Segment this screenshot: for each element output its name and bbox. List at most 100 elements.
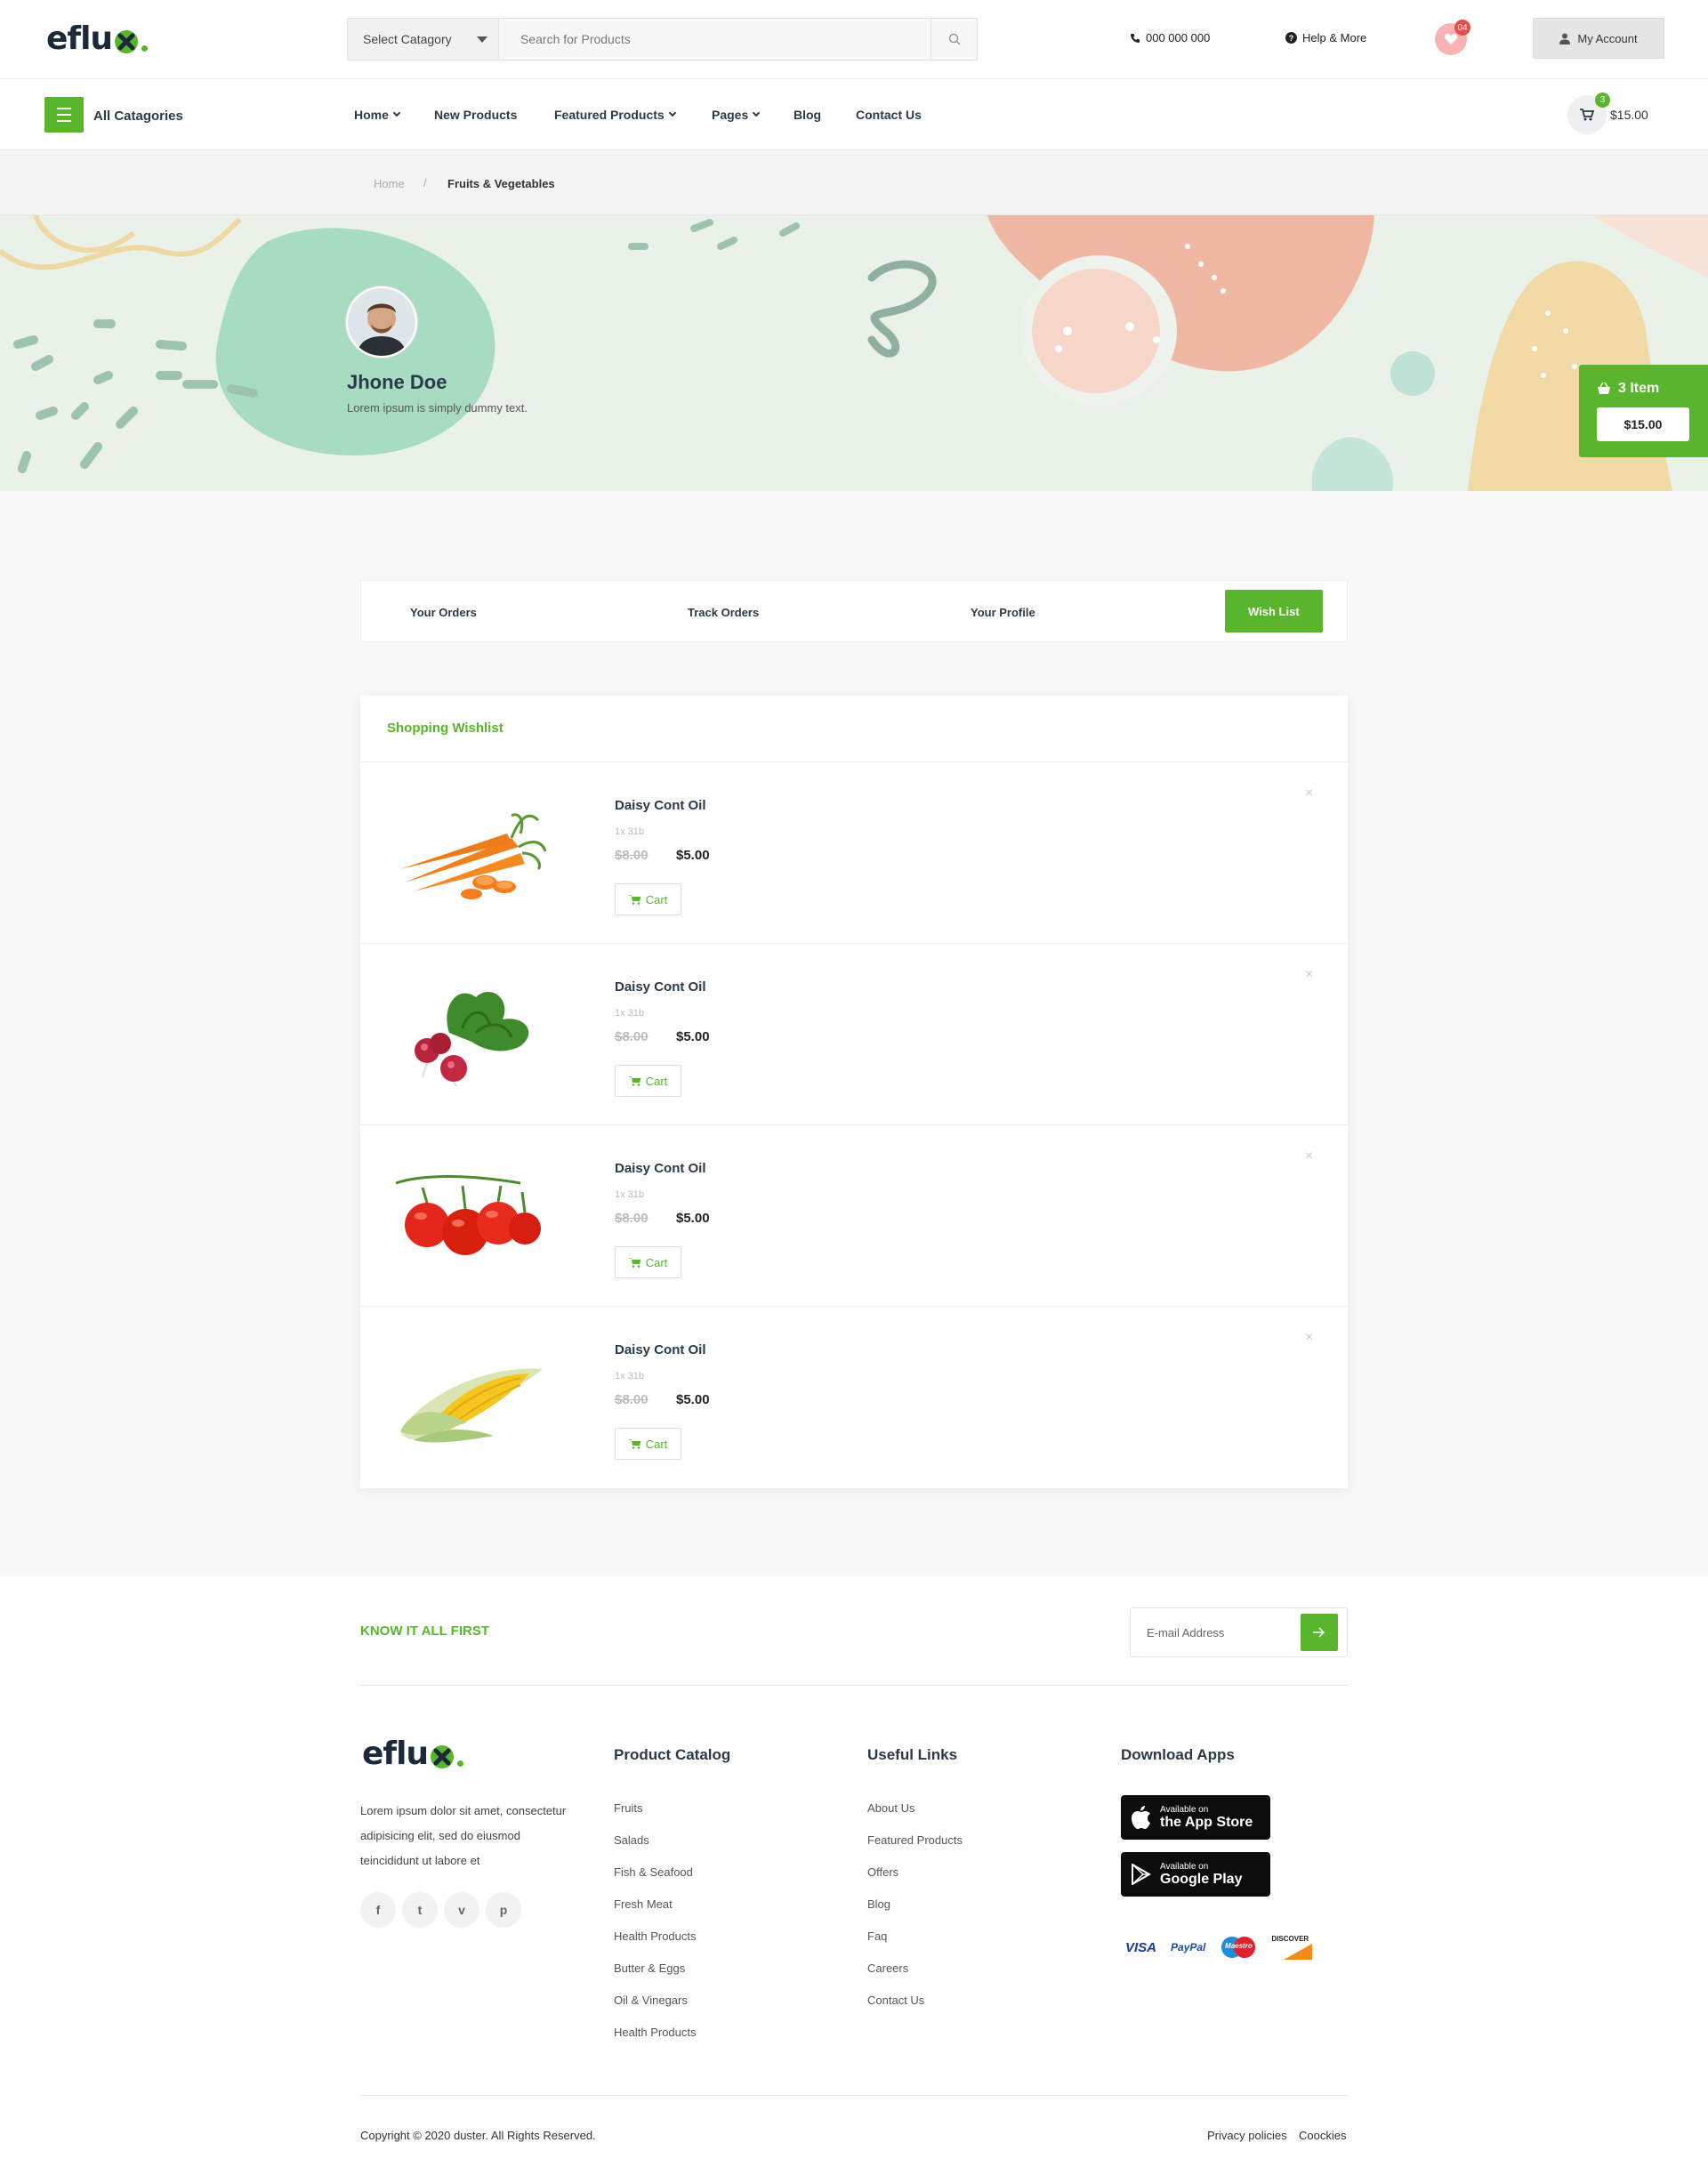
maestro-icon: Maestro xyxy=(1220,1936,1257,1959)
product-name[interactable]: Daisy Cont Oil xyxy=(615,1161,706,1176)
product-name[interactable]: Daisy Cont Oil xyxy=(615,798,706,813)
nav-featured-products[interactable]: Featured Products xyxy=(554,108,676,122)
vimeo-icon[interactable]: v xyxy=(444,1892,479,1928)
footer-link[interactable]: Butter & Eggs xyxy=(614,1962,685,1975)
product-name[interactable]: Daisy Cont Oil xyxy=(615,979,706,995)
app-store-badge[interactable]: Available on the App Store xyxy=(1121,1795,1270,1840)
basket-icon xyxy=(1598,383,1610,394)
footer-link[interactable]: Offers xyxy=(867,1865,898,1879)
category-select[interactable]: Select Catagory xyxy=(347,18,498,60)
nav-pages[interactable]: Pages xyxy=(712,108,761,122)
footer-logo[interactable]: eflu xyxy=(362,1738,464,1770)
product-price: $5.00 xyxy=(676,1392,710,1407)
twitter-icon[interactable]: t xyxy=(402,1892,438,1928)
visa-icon: VISA xyxy=(1125,1939,1157,1955)
add-to-cart-label: Cart xyxy=(645,1437,668,1451)
footer-link[interactable]: Health Products xyxy=(614,2026,697,2039)
footer-link[interactable]: Contact Us xyxy=(867,1994,924,2007)
nav-home[interactable]: Home xyxy=(354,108,401,122)
cart-icon xyxy=(1580,109,1594,121)
product-old-price: $8.00 xyxy=(615,1211,649,1226)
wishlist-item: Daisy Cont Oil 1x 31b $8.00 $5.00 Cart × xyxy=(360,1125,1348,1307)
product-quantity: 1x 31b xyxy=(615,826,645,837)
my-account-button[interactable]: My Account xyxy=(1533,18,1664,59)
cart-count-badge: 3 xyxy=(1595,93,1610,108)
pinterest-icon[interactable]: p xyxy=(486,1892,521,1928)
profile-bio: Lorem ipsum is simply dummy text. xyxy=(347,401,528,415)
help-link[interactable]: ? Help & More xyxy=(1285,31,1366,44)
help-label: Help & More xyxy=(1302,31,1367,44)
account-tabs: Your Orders Track Orders Your Profile Wi… xyxy=(360,580,1348,642)
add-to-cart-button[interactable]: Cart xyxy=(615,1065,681,1097)
logo[interactable]: eflu xyxy=(46,23,149,55)
footer-link[interactable]: Faq xyxy=(867,1929,887,1943)
facebook-icon[interactable]: f xyxy=(360,1892,396,1928)
wishlist-item: Daisy Cont Oil 1x 31b $8.00 $5.00 Cart × xyxy=(360,1307,1348,1488)
add-to-cart-button[interactable]: Cart xyxy=(615,1428,681,1460)
nav-blog[interactable]: Blog xyxy=(794,108,821,122)
paypal-icon: PayPal xyxy=(1171,1941,1206,1953)
tab-your-orders[interactable]: Your Orders xyxy=(410,581,477,643)
logo-dot xyxy=(141,45,149,52)
all-categories-link[interactable]: All Catagories xyxy=(93,109,183,124)
privacy-policy-link[interactable]: Privacy policies xyxy=(1207,2129,1287,2142)
footer-link[interactable]: Salads xyxy=(614,1833,649,1847)
app-store-big-label: the App Store xyxy=(1160,1814,1253,1830)
phone-contact[interactable]: 000 000 000 xyxy=(1130,31,1210,44)
divider xyxy=(360,2095,1348,2096)
discover-icon: DISCOVER xyxy=(1271,1935,1313,1960)
product-old-price: $8.00 xyxy=(615,1392,649,1407)
remove-item-button[interactable]: × xyxy=(1305,1330,1313,1346)
nav-new-products[interactable]: New Products xyxy=(434,108,517,122)
nav-contact-us[interactable]: Contact Us xyxy=(856,108,922,122)
remove-item-button[interactable]: × xyxy=(1305,967,1313,983)
product-image-corn[interactable] xyxy=(387,1342,547,1449)
footer-link[interactable]: Blog xyxy=(867,1897,890,1911)
footer-link[interactable]: Fruits xyxy=(614,1801,643,1815)
google-play-badge[interactable]: Available on Google Play xyxy=(1121,1852,1270,1897)
search-input[interactable] xyxy=(498,18,931,60)
tab-wish-list[interactable]: Wish List xyxy=(1225,590,1323,632)
footer-link[interactable]: About Us xyxy=(867,1801,914,1815)
floating-cart-count: 3 Item xyxy=(1597,381,1659,397)
tab-your-profile[interactable]: Your Profile xyxy=(971,581,1035,643)
app-store-small-label: Available on xyxy=(1160,1804,1209,1815)
chevron-down-icon xyxy=(392,109,401,117)
remove-item-button[interactable]: × xyxy=(1305,785,1313,802)
footer-about-text: Lorem ipsum dolor sit amet, consectetur … xyxy=(360,1804,567,1867)
cookies-link[interactable]: Coockies xyxy=(1299,2129,1346,2142)
search-button[interactable] xyxy=(931,18,978,60)
product-price: $5.00 xyxy=(676,848,710,863)
footer-link[interactable]: Careers xyxy=(867,1962,908,1975)
floating-cart-widget[interactable]: 3 Item $15.00 xyxy=(1579,365,1708,457)
product-image-tomato[interactable] xyxy=(387,1161,547,1268)
footer-link[interactable]: Featured Products xyxy=(867,1833,963,1847)
footer-link[interactable]: Fish & Seafood xyxy=(614,1865,693,1879)
footer-link[interactable]: Fresh Meat xyxy=(614,1897,673,1911)
category-select-label: Select Catagory xyxy=(363,32,452,46)
tab-track-orders[interactable]: Track Orders xyxy=(688,581,759,643)
product-price: $5.00 xyxy=(676,1029,710,1044)
discover-label: DISCOVER xyxy=(1271,1935,1309,1943)
add-to-cart-label: Cart xyxy=(645,892,668,906)
newsletter-submit-button[interactable] xyxy=(1301,1614,1338,1651)
add-to-cart-button[interactable]: Cart xyxy=(615,883,681,915)
add-to-cart-button[interactable]: Cart xyxy=(615,1246,681,1278)
footer-link[interactable]: Oil & Vinegars xyxy=(614,1994,688,2007)
product-image-radish[interactable] xyxy=(387,979,547,1087)
shopping-wishlist: Shopping Wishlist Daisy Cont Oil 1x 31b … xyxy=(360,696,1348,1488)
breadcrumb-current: Fruits & Vegetables xyxy=(447,177,555,190)
breadcrumb-home[interactable]: Home xyxy=(374,177,405,190)
maestro-label: Maestro xyxy=(1225,1942,1253,1950)
main-nav: All Catagories Home New Products Feature… xyxy=(0,79,1708,150)
product-image-carrot[interactable] xyxy=(387,798,547,905)
remove-item-button[interactable]: × xyxy=(1305,1148,1313,1164)
divider xyxy=(360,1685,1348,1686)
nav-pages-label: Pages xyxy=(712,108,749,122)
footer-link[interactable]: Health Products xyxy=(614,1929,697,1943)
google-play-big-label: Google Play xyxy=(1160,1871,1243,1887)
product-name[interactable]: Daisy Cont Oil xyxy=(615,1342,706,1357)
floating-cart-count-label: 3 Item xyxy=(1618,381,1660,396)
chevron-down-icon xyxy=(753,109,761,117)
hamburger-menu-button[interactable] xyxy=(44,97,84,133)
